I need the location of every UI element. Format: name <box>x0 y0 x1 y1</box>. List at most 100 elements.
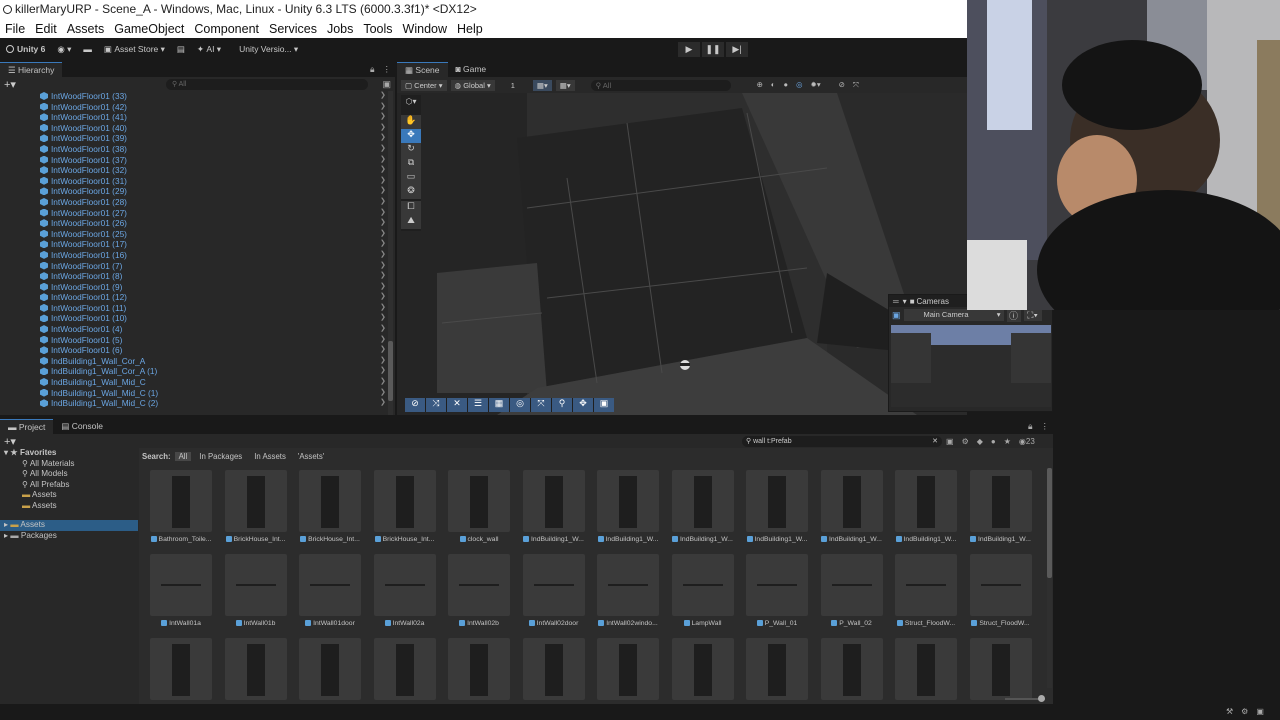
asset-item[interactable]: IntWall01door <box>293 554 367 627</box>
move-tool-icon[interactable]: ✥ <box>401 129 421 143</box>
project-search[interactable]: ⚲ wall t:Prefab ✕ <box>742 435 942 447</box>
menu-file[interactable]: File <box>5 22 25 36</box>
add-button[interactable]: +▾ <box>4 78 16 91</box>
terrain-tool-icon[interactable]: ⛰ <box>401 215 421 229</box>
overlay-tool-6-icon[interactable]: ◎ <box>510 398 530 412</box>
fav-all-prefabs[interactable]: ⚲ All Prefabs <box>4 480 138 491</box>
open-prefab-icon[interactable]: ❯ <box>380 377 386 388</box>
tab-hierarchy[interactable]: ☰ Hierarchy <box>0 62 63 77</box>
open-prefab-icon[interactable]: ❯ <box>380 112 386 123</box>
hierarchy-item[interactable]: IndBuilding1_Wall_Cor_A ❯ <box>0 356 395 367</box>
open-prefab-icon[interactable]: ❯ <box>380 345 386 356</box>
asset-item[interactable]: clock_wall <box>442 470 516 543</box>
scale-tool-icon[interactable]: ⧉ <box>401 157 421 171</box>
open-prefab-icon[interactable]: ❯ <box>380 335 386 346</box>
open-prefab-icon[interactable]: ❯ <box>380 388 386 399</box>
menu-component[interactable]: Component <box>194 22 259 36</box>
package-icon[interactable]: ▬ <box>77 41 98 57</box>
scope-in-packages[interactable]: In Packages <box>195 452 246 461</box>
open-prefab-icon[interactable]: ❯ <box>380 197 386 208</box>
hierarchy-item[interactable]: IndBuilding1_Wall_Mid_C (1) ❯ <box>0 388 395 399</box>
hierarchy-item[interactable]: IndBuilding1_Wall_Mid_C ❯ <box>0 377 395 388</box>
menu-jobs[interactable]: Jobs <box>327 22 353 36</box>
open-prefab-icon[interactable]: ❯ <box>380 398 386 409</box>
overlay-tool-9-icon[interactable]: ✥ <box>573 398 593 412</box>
hierarchy-item[interactable]: IntWoodFloor01 (32) ❯ <box>0 165 395 176</box>
shading-solid-icon[interactable]: ● <box>783 80 788 90</box>
open-prefab-icon[interactable]: ❯ <box>380 356 386 367</box>
rect-tool-icon[interactable]: ▭ <box>401 171 421 185</box>
open-prefab-icon[interactable]: ❯ <box>380 292 386 303</box>
asset-item[interactable] <box>219 638 293 700</box>
open-prefab-icon[interactable]: ❯ <box>380 91 386 102</box>
asset-item[interactable]: IntWall02windo... <box>591 554 665 627</box>
hierarchy-item[interactable]: IntWoodFloor01 (5) ❯ <box>0 335 395 346</box>
camera-gizmo-icon[interactable] <box>680 360 690 370</box>
orientation-icon[interactable]: ⊕ <box>757 80 763 90</box>
asset-item[interactable] <box>442 638 516 700</box>
asset-item[interactable] <box>964 638 1038 700</box>
hierarchy-item[interactable]: IntWoodFloor01 (31) ❯ <box>0 176 395 187</box>
settings-icon[interactable]: ⛶▾ <box>1023 309 1042 321</box>
notification-icon[interactable]: ▣ <box>1256 707 1264 716</box>
asset-item[interactable]: BrickHouse_Int... <box>293 470 367 543</box>
grid-snap-field[interactable]: 1 <box>505 80 521 91</box>
asset-item[interactable] <box>368 638 442 700</box>
open-prefab-icon[interactable]: ❯ <box>380 102 386 113</box>
lock-icon[interactable]: 🔒︎ <box>366 62 379 77</box>
scope-assets-folder[interactable]: 'Assets' <box>294 452 328 461</box>
asset-item[interactable]: Struct_FloodW... <box>964 554 1038 627</box>
asset-item[interactable]: P_Wall_01 <box>740 554 814 627</box>
open-prefab-icon[interactable]: ❯ <box>380 303 386 314</box>
open-prefab-icon[interactable]: ❯ <box>380 186 386 197</box>
clear-search-icon[interactable]: ✕ <box>932 436 938 447</box>
open-prefab-icon[interactable]: ❯ <box>380 208 386 219</box>
asset-item[interactable] <box>293 638 367 700</box>
hierarchy-item[interactable]: IntWoodFloor01 (16) ❯ <box>0 250 395 261</box>
progress-icon[interactable]: ⚒ <box>1226 707 1233 716</box>
fav-assets-2[interactable]: ▬ Assets <box>4 501 138 512</box>
rotate-tool-icon[interactable]: ↻ <box>401 143 421 157</box>
account-dropdown[interactable]: ◉ ▾ <box>51 41 77 57</box>
asset-item[interactable]: IndBuilding1_W... <box>517 470 591 543</box>
hierarchy-item[interactable]: IntWoodFloor01 (26) ❯ <box>0 218 395 229</box>
hierarchy-item[interactable]: IntWoodFloor01 (38) ❯ <box>0 144 395 155</box>
tab-scene[interactable]: ▦ Scene <box>397 62 448 77</box>
shading-lit-icon[interactable]: ◎ <box>796 80 803 90</box>
overlay-tool-7-icon[interactable]: ⤧ <box>531 398 551 412</box>
hierarchy-item[interactable]: IntWoodFloor01 (33) ❯ <box>0 91 395 102</box>
scene-search[interactable]: ⚲ All <box>590 79 731 91</box>
hierarchy-item[interactable]: IntWoodFloor01 (27) ❯ <box>0 208 395 219</box>
asset-item[interactable]: IndBuilding1_W... <box>740 470 814 543</box>
favorites-header[interactable]: ▾ ★ Favorites <box>4 448 138 459</box>
collapse-icon[interactable]: ▾ <box>903 297 907 306</box>
open-prefab-icon[interactable]: ❯ <box>380 165 386 176</box>
asset-item[interactable]: IndBuilding1_W... <box>815 470 889 543</box>
menu-services[interactable]: Services <box>269 22 317 36</box>
hierarchy-item[interactable]: IndBuilding1_Wall_Cor_A (1) ❯ <box>0 366 395 377</box>
hierarchy-item[interactable]: IntWoodFloor01 (28) ❯ <box>0 197 395 208</box>
open-prefab-icon[interactable]: ❯ <box>380 366 386 377</box>
overlay-tool-5-icon[interactable]: ▦ <box>489 398 509 412</box>
overlay-tool-4-icon[interactable]: ☰ <box>468 398 488 412</box>
visibility-icon[interactable]: ⊘ <box>839 80 845 90</box>
open-prefab-icon[interactable]: ❯ <box>380 271 386 282</box>
asset-item[interactable]: IntWall01a <box>144 554 218 627</box>
hierarchy-item[interactable]: IntWoodFloor01 (10) ❯ <box>0 313 395 324</box>
hierarchy-item[interactable]: IntWoodFloor01 (42) ❯ <box>0 102 395 113</box>
asset-item[interactable]: P_Wall_02 <box>815 554 889 627</box>
open-prefab-icon[interactable]: ❯ <box>380 229 386 240</box>
hierarchy-item[interactable]: IntWoodFloor01 (11) ❯ <box>0 303 395 314</box>
drag-handle-icon[interactable]: ═ <box>893 297 899 306</box>
open-prefab-icon[interactable]: ❯ <box>380 261 386 272</box>
search-type-icon[interactable]: ▣ <box>946 437 954 446</box>
asset-item[interactable]: IntWall02a <box>368 554 442 627</box>
view-options-icon[interactable]: ⬡▾ <box>401 97 421 111</box>
create-button[interactable]: +▾ <box>4 435 16 448</box>
snap-toggle[interactable]: ▦▾ <box>555 79 575 91</box>
open-prefab-icon[interactable]: ❯ <box>380 239 386 250</box>
hierarchy-item[interactable]: IntWoodFloor01 (12) ❯ <box>0 292 395 303</box>
hierarchy-item[interactable]: IntWoodFloor01 (39) ❯ <box>0 133 395 144</box>
pivot-dropdown[interactable]: ▢ Center ▾ <box>401 79 447 91</box>
overlay-tool-1-icon[interactable]: ⊘ <box>405 398 425 412</box>
